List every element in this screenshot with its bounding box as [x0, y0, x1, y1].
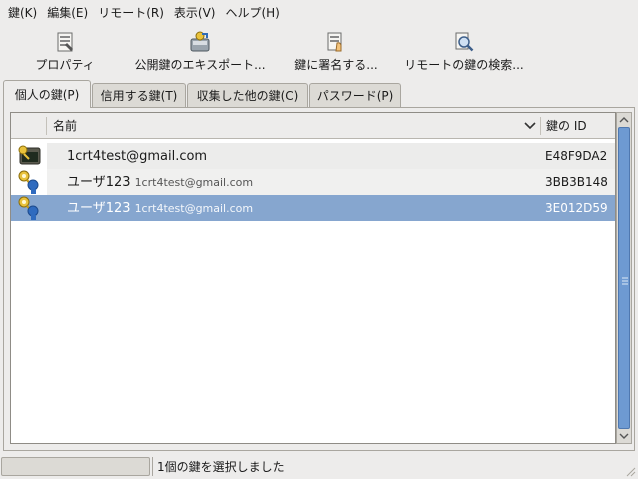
key-id-cell: 3E012D59 — [541, 195, 615, 221]
key-name: ユーザ123 — [67, 175, 131, 190]
tab-panel: 名前 鍵の ID 1crt4test@gmail.com E48F9DA2 ユー… — [3, 107, 635, 451]
resize-grip-icon[interactable] — [624, 465, 636, 477]
menu-edit[interactable]: 編集(E) — [43, 0, 92, 26]
menu-view[interactable]: 表示(V) — [170, 0, 220, 26]
menu-help[interactable]: ヘルプ(H) — [221, 0, 283, 26]
tab-bar: 個人の鍵(P) 信用する鍵(T) 収集した他の鍵(C) パスワード(P) — [3, 80, 635, 108]
grip-icon — [621, 276, 628, 286]
toolbar: プロパティ 公開鍵のエキスポート... 鍵に署名する... リモートの鍵の検索.… — [0, 27, 638, 75]
table-header: 名前 鍵の ID — [11, 113, 615, 139]
progress-bar — [1, 457, 150, 476]
key-name: ユーザ123 — [67, 201, 131, 216]
status-text: 1個の鍵を選択しました — [157, 460, 285, 474]
sign-icon — [325, 31, 347, 53]
column-header-key-id[interactable]: 鍵の ID — [546, 113, 587, 139]
tab-label: 収集した他の鍵(C) — [196, 89, 299, 103]
key-email: 1crt4test@gmail.com — [134, 176, 254, 189]
tab-label: 個人の鍵(P) — [14, 88, 80, 102]
key-list[interactable]: 名前 鍵の ID 1crt4test@gmail.com E48F9DA2 ユー… — [10, 112, 616, 444]
key-id-cell: 3BB3B148 — [541, 169, 615, 195]
key-id-cell: E48F9DA2 — [541, 143, 615, 169]
table-row[interactable]: ユーザ123 1crt4test@gmail.com 3E012D59 — [11, 195, 615, 221]
key-name-cell: ユーザ123 1crt4test@gmail.com — [47, 169, 541, 195]
tab-collected-keys[interactable]: 収集した他の鍵(C) — [187, 83, 308, 107]
column-divider — [540, 117, 541, 135]
export-icon — [189, 31, 211, 53]
table-row[interactable]: ユーザ123 1crt4test@gmail.com 3BB3B148 — [11, 169, 615, 195]
key-pair-icon — [11, 195, 47, 221]
properties-label: プロパティ — [35, 58, 95, 72]
properties-icon — [54, 31, 76, 53]
tab-trusted-keys[interactable]: 信用する鍵(T) — [92, 83, 186, 107]
vertical-scrollbar[interactable] — [616, 112, 632, 444]
properties-button[interactable]: プロパティ — [34, 27, 96, 75]
status-bar: 1個の鍵を選択しました — [0, 455, 638, 479]
search-remote-keys-button[interactable]: リモートの鍵の検索... — [402, 27, 526, 75]
export-public-key-button[interactable]: 公開鍵のエキスポート... — [132, 27, 268, 75]
menu-key[interactable]: 鍵(K) — [4, 0, 41, 26]
tab-personal-keys[interactable]: 個人の鍵(P) — [3, 80, 91, 108]
table-row[interactable]: 1crt4test@gmail.com E48F9DA2 — [11, 143, 615, 169]
column-divider — [46, 117, 47, 135]
sign-label: 鍵に署名する... — [294, 58, 378, 72]
menu-bar: 鍵(K) 編集(E) リモート(R) 表示(V) ヘルプ(H) — [0, 0, 638, 26]
export-label: 公開鍵のエキスポート... — [134, 58, 266, 72]
column-header-name[interactable]: 名前 — [53, 113, 77, 139]
search-icon — [453, 31, 475, 53]
scroll-down-icon[interactable] — [617, 429, 631, 443]
scroll-up-icon[interactable] — [617, 113, 631, 127]
key-name-cell: ユーザ123 1crt4test@gmail.com — [47, 195, 541, 221]
status-divider — [152, 457, 153, 476]
menu-remote[interactable]: リモート(R) — [94, 0, 168, 26]
key-name-cell: 1crt4test@gmail.com — [47, 143, 541, 169]
secret-key-icon — [11, 143, 47, 169]
key-pair-icon — [11, 169, 47, 195]
scrollbar-thumb[interactable] — [618, 127, 630, 429]
key-email: 1crt4test@gmail.com — [134, 202, 254, 215]
sign-key-button[interactable]: 鍵に署名する... — [292, 27, 380, 75]
tab-label: 信用する鍵(T) — [100, 89, 178, 103]
key-name: 1crt4test@gmail.com — [67, 149, 208, 164]
sort-chevron-down-icon[interactable] — [523, 113, 537, 139]
tab-label: パスワード(P) — [316, 89, 394, 103]
tab-passwords[interactable]: パスワード(P) — [309, 83, 401, 107]
search-label: リモートの鍵の検索... — [404, 58, 524, 72]
